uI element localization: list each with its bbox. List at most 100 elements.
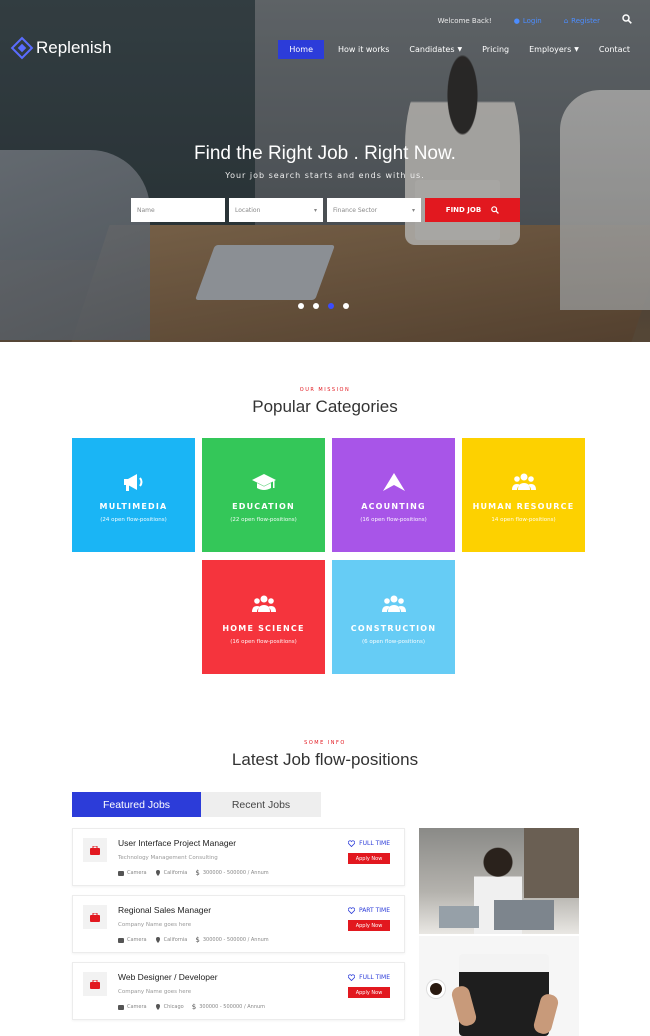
hero-banner: Welcome Back! ● Login ⌂ Register Repleni… bbox=[0, 0, 650, 342]
apply-now-button[interactable]: Apply Now bbox=[348, 853, 390, 864]
slider-dot[interactable] bbox=[298, 303, 304, 309]
camera-icon bbox=[118, 1005, 124, 1010]
category-card-acounting[interactable]: ACOUNTING (16 open flow-positions) bbox=[332, 438, 455, 552]
job-title[interactable]: Web Designer / Developer bbox=[118, 972, 218, 982]
register-link[interactable]: ⌂ Register bbox=[564, 17, 600, 25]
job-salary: 300000 - 500000 / Annum bbox=[202, 870, 269, 876]
apply-now-button[interactable]: Apply Now bbox=[348, 920, 390, 931]
sector-select[interactable]: Finance Sector ▾ bbox=[327, 198, 421, 222]
category-name: MULTIMEDIA bbox=[99, 502, 168, 511]
category-card-home-science[interactable]: HOME SCIENCE (16 open flow-positions) bbox=[202, 560, 325, 674]
job-category: Camera bbox=[127, 870, 147, 876]
login-label: Login bbox=[522, 16, 542, 25]
nav-item-label: Pricing bbox=[482, 45, 510, 54]
lock-icon: ⌂ bbox=[563, 16, 569, 25]
photo-laptop-2 bbox=[439, 906, 479, 928]
heart-icon[interactable] bbox=[347, 907, 355, 914]
photo-window bbox=[524, 828, 579, 898]
nav-item-candidates[interactable]: Candidates ▼ bbox=[403, 40, 468, 59]
chevron-down-icon: ▼ bbox=[574, 46, 579, 53]
camera-icon bbox=[118, 938, 124, 943]
category-card-multimedia[interactable]: MULTIMEDIA (24 open flow-positions) bbox=[72, 438, 195, 552]
category-count: 14 open flow-positions) bbox=[491, 517, 556, 523]
categories-title: Popular Categories bbox=[252, 397, 398, 416]
nav-item-employers[interactable]: Employers ▼ bbox=[523, 40, 585, 59]
top-bar: Welcome Back! ● Login ⌂ Register bbox=[438, 14, 632, 27]
slider-dot[interactable] bbox=[343, 303, 349, 309]
apply-now-button[interactable]: Apply Now bbox=[348, 987, 390, 998]
tab-recent-jobs[interactable]: Recent Jobs bbox=[201, 792, 321, 817]
job-location: California bbox=[163, 937, 188, 943]
category-card-education[interactable]: EDUCATION (22 open flow-positions) bbox=[202, 438, 325, 552]
search-icon bbox=[491, 206, 500, 214]
job-company: Company Name goes here bbox=[118, 922, 192, 928]
nav-item-label: Employers bbox=[529, 45, 572, 54]
chevron-down-icon: ▼ bbox=[457, 46, 463, 53]
main-nav: Home How it works Candidates ▼ Pricing Em… bbox=[278, 40, 636, 59]
job-type: PART TIME bbox=[347, 907, 390, 914]
job-type-label: PART TIME bbox=[358, 907, 390, 914]
nav-item-label: Candidates bbox=[409, 45, 455, 54]
job-title[interactable]: User Interface Project Manager bbox=[118, 838, 236, 848]
job-company: Technology Management Consulting bbox=[118, 855, 218, 861]
map-marker-icon bbox=[155, 1004, 160, 1010]
find-job-button[interactable]: FIND JOB bbox=[425, 198, 520, 222]
megaphone-icon bbox=[121, 472, 147, 492]
categories-eyebrow: OUR MISSION bbox=[299, 387, 351, 393]
slider-dot[interactable] bbox=[313, 303, 319, 309]
job-type: FULL TIME bbox=[348, 840, 390, 847]
brand-name: Replenish bbox=[36, 38, 112, 57]
category-count: (24 open flow-positions) bbox=[100, 517, 167, 523]
nav-item-pricing[interactable]: Pricing bbox=[476, 40, 515, 59]
users-icon bbox=[251, 594, 277, 614]
job-category: Camera bbox=[127, 937, 147, 943]
brand-mark-icon bbox=[10, 36, 34, 60]
category-card-human-resource[interactable]: HUMAN RESOURCE 14 open flow-positions) bbox=[462, 438, 585, 552]
nav-item-how-it-works[interactable]: How it works bbox=[332, 40, 395, 59]
map-marker-icon bbox=[155, 937, 160, 943]
job-type-label: FULL TIME bbox=[359, 840, 390, 847]
job-location: Chicago bbox=[163, 1004, 184, 1010]
graduation-cap-icon bbox=[251, 472, 277, 492]
nav-item-contact[interactable]: Contact bbox=[593, 40, 636, 59]
heart-icon[interactable] bbox=[348, 974, 356, 981]
users-icon bbox=[381, 594, 407, 614]
dollar-icon: $ bbox=[191, 1003, 197, 1011]
slider-dot-active[interactable] bbox=[328, 303, 334, 309]
hero-subtitle: Your job search starts and ends with us. bbox=[225, 171, 425, 180]
office-woman-photo bbox=[419, 828, 579, 934]
job-salary: 300000 - 500000 / Annum bbox=[199, 1004, 266, 1010]
search-icon[interactable] bbox=[622, 14, 632, 27]
category-count: (16 open flow-positions) bbox=[230, 639, 297, 645]
user-icon: ● bbox=[513, 16, 520, 25]
brand-logo[interactable]: Replenish bbox=[10, 36, 112, 60]
job-card[interactable]: Web Designer / Developer Company Name go… bbox=[72, 962, 405, 1020]
nav-item-home[interactable]: Home bbox=[278, 40, 324, 59]
location-select[interactable]: Location ▾ bbox=[229, 198, 323, 222]
tab-featured-jobs[interactable]: Featured Jobs bbox=[72, 792, 201, 817]
job-company: Company Name goes here bbox=[118, 989, 192, 995]
slider-dots bbox=[298, 303, 349, 309]
typewriter-photo bbox=[419, 936, 579, 1036]
category-count: (22 open flow-positions) bbox=[230, 517, 297, 523]
paper-plane-icon bbox=[381, 472, 407, 492]
photo-laptop bbox=[494, 900, 554, 930]
sector-select-value: Finance Sector bbox=[333, 206, 378, 214]
category-count: (6 open flow-positions) bbox=[362, 639, 425, 645]
welcome-text: Welcome Back! bbox=[437, 16, 492, 25]
nav-item-label: Contact bbox=[598, 45, 630, 54]
login-link[interactable]: ● Login bbox=[514, 17, 542, 25]
job-type: FULL TIME bbox=[348, 974, 390, 981]
job-card[interactable]: User Interface Project Manager Technolog… bbox=[72, 828, 405, 886]
photo-coffee-cup bbox=[427, 980, 445, 998]
dollar-icon: $ bbox=[195, 869, 200, 877]
category-name: ACOUNTING bbox=[361, 502, 426, 511]
jobs-eyebrow: SOME INFO bbox=[304, 740, 346, 746]
heart-icon[interactable] bbox=[348, 840, 356, 847]
caret-down-icon: ▾ bbox=[313, 206, 317, 214]
name-input[interactable]: Name bbox=[131, 198, 225, 222]
job-title[interactable]: Regional Sales Manager bbox=[118, 905, 211, 915]
category-card-construction[interactable]: CONSTRUCTION (6 open flow-positions) bbox=[332, 560, 455, 674]
job-card[interactable]: Regional Sales Manager Company Name goes… bbox=[72, 895, 405, 953]
map-marker-icon bbox=[155, 870, 160, 876]
